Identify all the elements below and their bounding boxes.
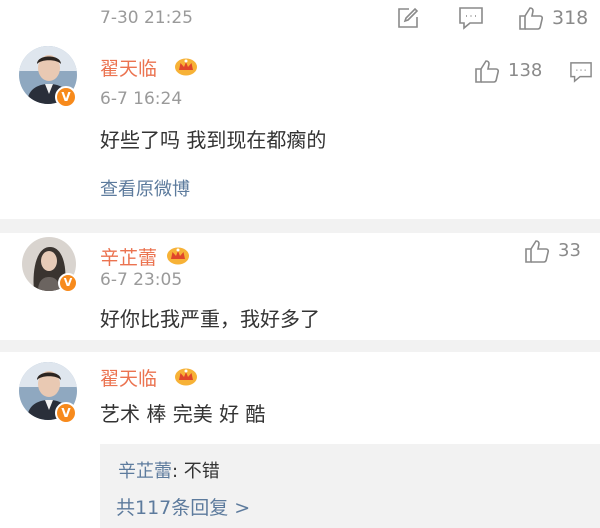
comment-author[interactable]: 翟天临 — [100, 364, 157, 391]
like-count: 33 — [558, 240, 581, 261]
comment-1: V 翟天临 138 6-7 16:24 好些了吗 我到现在都瘸的 查看原微博 — [0, 36, 600, 220]
reply-separator: : — [172, 461, 184, 482]
previous-post-actions: 7-30 21:25 318 — [0, 0, 600, 36]
comment-icon[interactable] — [569, 61, 593, 83]
comment-date: 6-7 16:24 — [100, 89, 183, 109]
comment-date: 6-7 23:05 — [100, 270, 183, 290]
comment-text: 好些了吗 我到现在都瘸的 — [100, 128, 327, 152]
crown-badge-icon — [174, 366, 198, 386]
view-original-link[interactable]: 查看原微博 — [100, 175, 190, 201]
like-icon[interactable] — [524, 238, 550, 264]
verified-badge-icon: V — [55, 402, 77, 424]
divider — [0, 340, 600, 352]
like-icon[interactable] — [518, 5, 544, 31]
edit-icon[interactable] — [396, 6, 420, 30]
comment-author[interactable]: 翟天临 — [100, 54, 157, 81]
like-count: 318 — [552, 7, 589, 29]
comment-text: 艺术 棒 完美 好 酷 — [100, 402, 266, 426]
crown-badge-icon — [174, 56, 198, 76]
post-timestamp: 7-30 21:25 — [100, 8, 193, 28]
comment-icon[interactable] — [458, 6, 484, 30]
more-replies-link[interactable]: 共117条回复 > — [116, 493, 250, 520]
like-count: 138 — [508, 60, 543, 81]
reply-text: 不错 — [183, 461, 220, 482]
reply-item: 辛芷蕾: 不错 — [118, 457, 220, 483]
divider — [0, 219, 600, 233]
reply-author[interactable]: 辛芷蕾 — [118, 461, 172, 482]
comment-author[interactable]: 辛芷蕾 — [100, 243, 157, 270]
crown-badge-icon — [166, 245, 190, 265]
verified-badge-icon: V — [55, 86, 77, 108]
comment-text: 好你比我严重，我好多了 — [100, 307, 320, 331]
like-icon[interactable] — [474, 58, 500, 84]
comment-2: V 辛芷蕾 33 6-7 23:05 好你比我严重，我好多了 — [0, 233, 600, 341]
verified-badge-icon: V — [58, 273, 78, 293]
